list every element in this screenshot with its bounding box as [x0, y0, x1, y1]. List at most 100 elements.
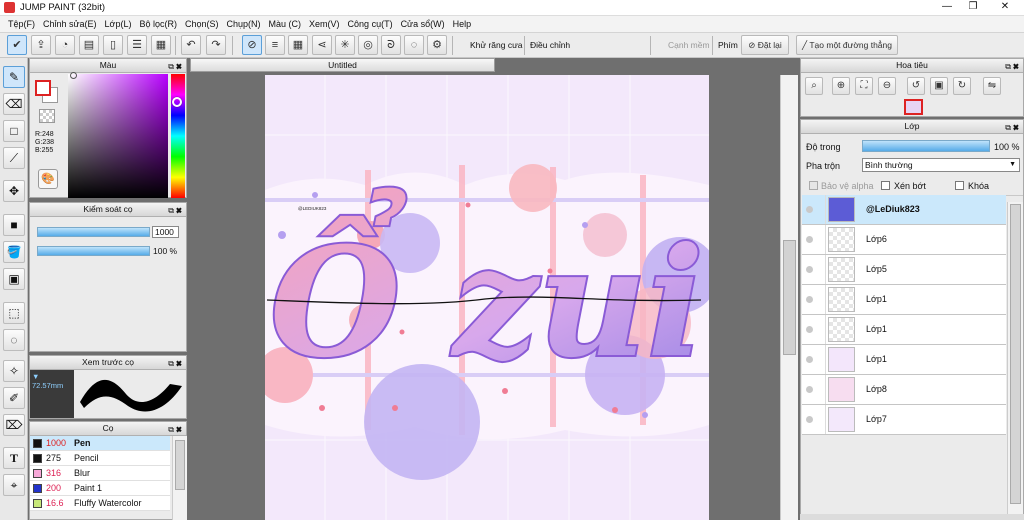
visibility-icon[interactable]: [806, 236, 813, 243]
lock-checkbox[interactable]: [955, 181, 964, 190]
visibility-icon[interactable]: [806, 416, 813, 423]
close-icon[interactable]: ✕: [990, 0, 1020, 15]
note-icon[interactable]: ▤: [79, 35, 99, 55]
brush-list-item[interactable]: 16.6 Fluffy Watercolor: [30, 496, 170, 511]
check-icon[interactable]: ✔: [7, 35, 27, 55]
layer-row[interactable]: @LeDiuk823: [802, 195, 1006, 225]
canvas-vertical-scrollbar[interactable]: [780, 75, 798, 520]
picker-cursor[interactable]: [70, 72, 77, 79]
pen-tool-icon[interactable]: ✎: [3, 66, 25, 88]
blend-mode-select[interactable]: Bình thường ▼: [862, 158, 1020, 172]
document-tab[interactable]: Untitled: [190, 58, 495, 72]
panel-controls-icon[interactable]: ⧉✖: [168, 357, 184, 370]
layer-row[interactable]: Lớp1: [802, 345, 1006, 375]
eraser-tool-icon[interactable]: ⌫: [3, 93, 25, 115]
grid-layout-icon[interactable]: ▦: [151, 35, 171, 55]
layer-row[interactable]: Lớp5: [802, 255, 1006, 285]
panel-controls-icon[interactable]: ⧉✖: [1005, 121, 1021, 134]
brush-list-item[interactable]: 275 Pencil: [30, 451, 170, 466]
menu-select[interactable]: Chọn(S): [181, 19, 223, 29]
select-eraser-tool-icon[interactable]: ⌦: [3, 414, 25, 436]
rotate-left-icon[interactable]: ↺: [907, 77, 925, 95]
visibility-icon[interactable]: [806, 326, 813, 333]
hue-handle[interactable]: [172, 97, 182, 107]
layer-lock-slot[interactable]: [818, 195, 826, 224]
saturation-value-picker[interactable]: [68, 74, 168, 198]
navigator-thumbnail[interactable]: [904, 99, 923, 115]
menu-window[interactable]: Cửa sổ(W): [397, 19, 449, 29]
fill-rect-tool-icon[interactable]: ■: [3, 214, 25, 236]
brush-size-slider[interactable]: [37, 227, 150, 237]
text-tool-icon[interactable]: T: [3, 447, 25, 469]
eyedropper-tool-icon[interactable]: ⌖: [3, 474, 25, 496]
page-icon[interactable]: ▯: [103, 35, 123, 55]
rect-select-tool-icon[interactable]: ⬚: [3, 302, 25, 324]
lasso-tool-icon[interactable]: ◌: [3, 329, 25, 351]
layer-lock-slot[interactable]: [818, 405, 826, 434]
radial-lines-icon[interactable]: ✳: [335, 35, 355, 55]
grid-snap-icon[interactable]: ▦: [288, 35, 308, 55]
magic-wand-tool-icon[interactable]: ✧: [3, 360, 25, 382]
fit-icon[interactable]: ⛶: [855, 77, 873, 95]
brush-list-scrollbar[interactable]: [172, 436, 187, 520]
select-pen-tool-icon[interactable]: ✐: [3, 387, 25, 409]
zoom-icon[interactable]: ⌕: [805, 77, 823, 95]
hue-slider[interactable]: [171, 74, 185, 198]
transparent-color-swatch[interactable]: [39, 109, 55, 123]
protect-alpha-checkbox[interactable]: [809, 181, 818, 190]
panel-controls-icon[interactable]: ⧉✖: [168, 423, 184, 436]
layer-row[interactable]: Lớp1: [802, 285, 1006, 315]
zoom-out-icon[interactable]: ⊖: [878, 77, 896, 95]
panel-controls-icon[interactable]: ⧉✖: [168, 204, 184, 217]
layer-row[interactable]: Lớp7: [802, 405, 1006, 435]
panel-controls-icon[interactable]: ⧉✖: [168, 60, 184, 73]
visibility-icon[interactable]: [806, 296, 813, 303]
visibility-icon[interactable]: [806, 266, 813, 273]
maximize-icon[interactable]: ❐: [962, 0, 984, 15]
upload-icon[interactable]: ⇪: [31, 35, 51, 55]
brush-opacity-slider[interactable]: [37, 246, 150, 256]
foreground-color-swatch[interactable]: [35, 80, 51, 96]
menu-capture[interactable]: Chụp(N): [223, 19, 265, 29]
menu-filter[interactable]: Bộ lọc(R): [135, 19, 181, 29]
circle-snap-icon[interactable]: ◌: [404, 35, 424, 55]
redo-icon[interactable]: ↷: [206, 35, 226, 55]
panel-controls-icon[interactable]: ⧉✖: [1005, 60, 1021, 73]
palette-icon[interactable]: 🎨: [38, 169, 58, 189]
flip-icon[interactable]: ⇋: [983, 77, 1001, 95]
layer-lock-slot[interactable]: [818, 255, 826, 284]
layer-row[interactable]: Lớp1: [802, 315, 1006, 345]
undo-icon[interactable]: ↶: [181, 35, 201, 55]
curve-icon[interactable]: ᘐ: [381, 35, 401, 55]
layer-row[interactable]: Lớp8: [802, 375, 1006, 405]
fan-lines-icon[interactable]: ⋖: [312, 35, 332, 55]
menu-edit[interactable]: Chỉnh sửa(E): [39, 19, 101, 29]
layer-list-scrollbar[interactable]: [1007, 202, 1023, 514]
visibility-icon[interactable]: [806, 206, 813, 213]
minimize-icon[interactable]: —: [936, 0, 958, 15]
layer-lock-slot[interactable]: [818, 375, 826, 404]
straight-line-button[interactable]: ╱ Tạo một đường thẳng: [796, 35, 898, 55]
parallel-lines-icon[interactable]: ≡: [265, 35, 285, 55]
zoom-in-icon[interactable]: ⊕: [832, 77, 850, 95]
gradient-tool-icon[interactable]: ▣: [3, 268, 25, 290]
rotate-right-icon[interactable]: ↻: [953, 77, 971, 95]
reset-button[interactable]: ⊘ Đặt lại: [741, 35, 789, 55]
visibility-icon[interactable]: [806, 356, 813, 363]
brush-list-item[interactable]: 316 Blur: [30, 466, 170, 481]
layer-lock-slot[interactable]: [818, 345, 826, 374]
menu-tools[interactable]: Công cụ(T): [344, 19, 397, 29]
clip-checkbox[interactable]: [881, 181, 890, 190]
visibility-icon[interactable]: [806, 386, 813, 393]
drawing-canvas[interactable]: Ổ zui @LEDIUK823: [265, 75, 709, 520]
brush-list-item[interactable]: 200 Paint 1: [30, 481, 170, 496]
rectangle-tool-icon[interactable]: □: [3, 120, 25, 142]
gear-snap-icon[interactable]: ⚙: [427, 35, 447, 55]
menu-help[interactable]: Help: [449, 19, 476, 29]
no-snap-icon[interactable]: ⊘: [242, 35, 262, 55]
brush-size-field[interactable]: 1000: [152, 226, 179, 238]
menu-view[interactable]: Xem(V): [305, 19, 344, 29]
layer-opacity-slider[interactable]: [862, 140, 990, 152]
list-icon[interactable]: ☰: [127, 35, 147, 55]
reset-view-icon[interactable]: ▣: [930, 77, 948, 95]
